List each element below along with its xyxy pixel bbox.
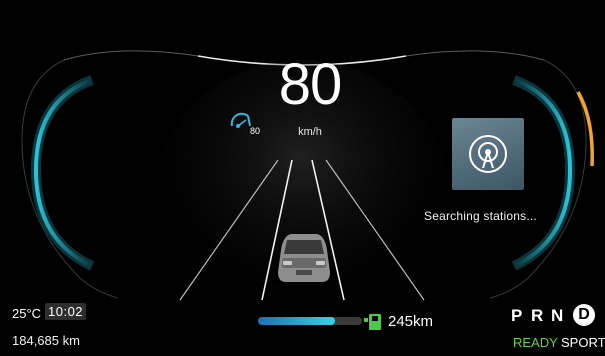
outside-temperature: 25°C xyxy=(12,306,42,321)
drive-mode: SPORT xyxy=(561,335,605,350)
speed-value: 80 xyxy=(278,52,343,117)
battery-fill xyxy=(258,317,335,325)
instrument-cluster: 80 km/h 80 Searching stations... 25°C 10… xyxy=(0,0,605,356)
radio-status: Searching stations... xyxy=(424,209,537,223)
gear-n[interactable]: N xyxy=(551,306,563,326)
odometer: 184,685 km xyxy=(12,333,80,348)
top-left-frame-arc xyxy=(63,50,199,61)
battery-range: 245km xyxy=(388,313,434,330)
gear-r[interactable]: R xyxy=(531,306,543,326)
radio-antenna-icon xyxy=(469,135,507,173)
car-icon xyxy=(274,234,334,288)
speed-limit-value: 80 xyxy=(250,126,261,136)
clock: 10:02 xyxy=(45,303,87,320)
top-right-frame-arc xyxy=(405,50,545,61)
speed-unit: km/h xyxy=(298,126,322,138)
ready-indicator: READY xyxy=(513,335,558,350)
radio-button[interactable] xyxy=(452,118,524,190)
gear-d-selected[interactable]: D xyxy=(573,304,595,326)
gear-p[interactable]: P xyxy=(511,306,522,326)
left-gauge-arc xyxy=(33,78,93,268)
